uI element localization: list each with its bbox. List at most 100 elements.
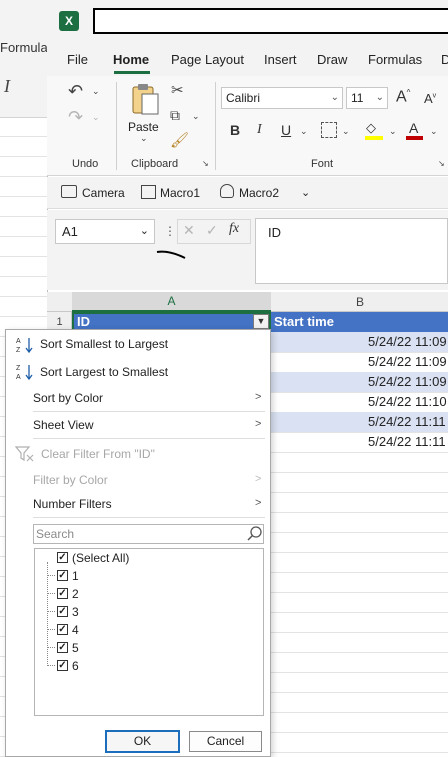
camera-button[interactable]: Camera: [82, 186, 125, 200]
value-label: 1: [72, 569, 79, 583]
checkbox-checked-icon[interactable]: ✓: [57, 624, 68, 635]
font-size-combo[interactable]: 11 ⌄: [346, 87, 388, 109]
insert-function-icon[interactable]: fx: [229, 221, 239, 237]
macro1-icon: [141, 185, 156, 199]
column-header-a[interactable]: A: [72, 292, 271, 312]
value-label: 5: [72, 641, 79, 655]
chevron-down-icon: ⌄: [330, 92, 339, 103]
chevron-down-icon: ⌄: [375, 92, 384, 103]
tree-line: [47, 593, 55, 594]
filter-dropdown-button[interactable]: ▼: [253, 314, 269, 329]
sort-largest-to-smallest[interactable]: Sort Largest to Smallest: [40, 365, 168, 379]
tab-data[interactable]: D: [441, 52, 448, 67]
underline-button[interactable]: U: [281, 122, 291, 138]
fill-color-dropdown-icon[interactable]: ⌄: [389, 127, 397, 136]
cell-b1[interactable]: Start time: [274, 312, 334, 332]
background-formulas-tab[interactable]: Formula: [0, 40, 48, 55]
macro2-button[interactable]: Macro2: [239, 186, 279, 200]
font-color-swatch: [406, 136, 423, 140]
tree-line: [47, 647, 55, 648]
checkbox-checked-icon[interactable]: ✓: [57, 588, 68, 599]
paste-dropdown-icon[interactable]: ⌄: [140, 134, 148, 143]
svg-text:Z: Z: [16, 365, 21, 372]
column-header-b[interactable]: B: [272, 292, 448, 312]
font-name-value: Calibri: [226, 91, 261, 105]
sort-ascending-icon: A Z: [16, 338, 33, 354]
undo-group-label: Undo: [72, 158, 99, 170]
cell-start-time[interactable]: 5/24/22 11:09: [270, 352, 448, 372]
checkbox-checked-icon[interactable]: ✓: [57, 642, 68, 653]
sheet-view[interactable]: Sheet View: [33, 418, 94, 432]
clear-filter[interactable]: Clear Filter From "ID": [41, 447, 155, 461]
menu-divider: [33, 411, 265, 412]
clear-filter-icon: [15, 446, 34, 462]
number-filters[interactable]: Number Filters: [33, 497, 112, 511]
more-options-icon[interactable]: ⋮: [164, 224, 176, 238]
checkbox-checked-icon[interactable]: ✓: [57, 552, 68, 563]
font-name-combo[interactable]: Calibri ⌄: [221, 87, 343, 109]
cell-start-time[interactable]: 5/24/22 11:11: [270, 432, 448, 452]
italic-button[interactable]: I: [257, 122, 262, 138]
name-box[interactable]: A1 ⌄: [55, 219, 155, 244]
cell-start-time[interactable]: 5/24/22 11:09: [270, 332, 448, 352]
undo-icon[interactable]: ↶: [68, 82, 83, 100]
shrink-font-icon[interactable]: Av: [424, 91, 436, 106]
tree-line: [47, 611, 55, 612]
cancel-entry-icon[interactable]: ✕: [183, 222, 195, 239]
font-launcher-icon[interactable]: ↘: [438, 160, 445, 168]
cell-start-time[interactable]: 5/24/22 11:09: [270, 372, 448, 392]
underline-dropdown-icon[interactable]: ⌄: [300, 127, 308, 136]
tree-line: [47, 562, 48, 664]
checkbox-checked-icon[interactable]: ✓: [57, 570, 68, 581]
sort-by-color[interactable]: Sort by Color: [33, 391, 103, 405]
cell-start-time[interactable]: 5/24/22 11:11: [270, 412, 448, 432]
background-ribbon: [0, 0, 47, 118]
menu-divider: [33, 517, 265, 518]
tree-line: [47, 665, 55, 666]
tab-file[interactable]: File: [67, 52, 88, 67]
checkbox-checked-icon[interactable]: ✓: [57, 660, 68, 671]
chevron-right-icon: >: [255, 391, 262, 403]
grow-font-icon[interactable]: A^: [396, 88, 410, 106]
filter-by-color[interactable]: Filter by Color: [33, 473, 108, 487]
format-painter-icon[interactable]: 🖌: [170, 133, 189, 148]
tab-draw[interactable]: Draw: [317, 52, 347, 67]
cancel-button[interactable]: Cancel: [189, 731, 262, 752]
font-color-icon[interactable]: A: [409, 120, 418, 136]
active-tab-indicator: [114, 71, 150, 74]
tab-insert[interactable]: Insert: [264, 52, 297, 67]
undo-dropdown-icon[interactable]: ⌄: [92, 87, 100, 96]
copy-dropdown-icon[interactable]: ⌄: [192, 112, 200, 121]
redo-icon[interactable]: ↷: [68, 108, 83, 126]
ok-button[interactable]: OK: [105, 730, 180, 753]
cell-start-time[interactable]: 5/24/22 11:10: [270, 392, 448, 412]
background-italic-icon[interactable]: I: [4, 76, 10, 97]
value-label: 3: [72, 605, 79, 619]
value-label: 6: [72, 659, 79, 673]
borders-icon[interactable]: [321, 122, 337, 138]
mouse-stroke-mark: [156, 250, 186, 259]
sort-smallest-to-largest[interactable]: Sort Smallest to Largest: [40, 337, 168, 351]
fill-color-swatch: [365, 136, 383, 140]
tab-page-layout[interactable]: Page Layout: [171, 52, 244, 67]
redo-dropdown-icon[interactable]: ⌄: [92, 113, 100, 122]
cut-icon[interactable]: ✂: [171, 83, 184, 98]
filter-search-placeholder: Search: [36, 527, 75, 541]
macro1-button[interactable]: Macro1: [160, 186, 200, 200]
bold-button[interactable]: B: [230, 122, 240, 138]
customize-qat-icon[interactable]: ⌄: [301, 186, 310, 199]
borders-dropdown-icon[interactable]: ⌄: [342, 127, 350, 136]
enter-entry-icon[interactable]: ✓: [206, 222, 218, 239]
paste-icon[interactable]: [130, 82, 160, 116]
formula-input[interactable]: ID: [255, 218, 448, 284]
clipboard-launcher-icon[interactable]: ↘: [202, 160, 209, 168]
fill-color-icon[interactable]: ◇: [366, 120, 376, 136]
font-color-dropdown-icon[interactable]: ⌄: [430, 127, 438, 136]
tab-home[interactable]: Home: [113, 52, 149, 67]
tab-formulas[interactable]: Formulas: [368, 52, 422, 67]
checkbox-checked-icon[interactable]: ✓: [57, 606, 68, 617]
copy-icon[interactable]: ⧉: [170, 108, 180, 122]
search-icon: [247, 526, 262, 541]
chevron-right-icon: >: [255, 497, 262, 509]
paste-label[interactable]: Paste: [128, 120, 159, 134]
